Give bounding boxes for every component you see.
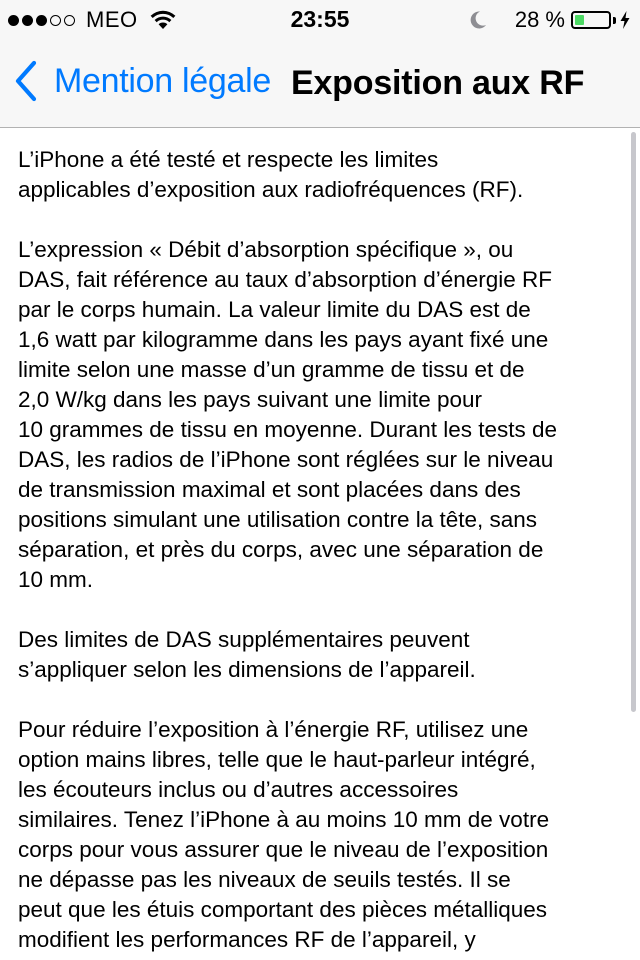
- back-button[interactable]: Mention légale: [14, 60, 271, 102]
- text-line: séparation, et près du corps, avec une s…: [18, 537, 544, 562]
- paragraph: L’expression « Débit d’absorption spécif…: [18, 235, 624, 595]
- scroll-indicator[interactable]: [631, 132, 636, 712]
- text-line: Pour réduire l’exposition à l’énergie RF…: [18, 717, 529, 742]
- charging-bolt-icon: [620, 11, 630, 29]
- back-button-label: Mention légale: [54, 61, 271, 100]
- text-line: 1,6 watt par kilogramme dans les pays ay…: [18, 327, 549, 352]
- text-line: limite selon une masse d’un gramme de ti…: [18, 357, 525, 382]
- navigation-bar: Mention légale Exposition aux RF: [0, 40, 640, 128]
- text-line: L’expression « Débit d’absorption spécif…: [18, 237, 514, 262]
- status-right: 28 %: [469, 7, 630, 33]
- text-line: modifient les performances RF de l’appar…: [18, 927, 476, 952]
- text-line: Des limites de DAS supplémentaires peuve…: [18, 627, 470, 652]
- paragraph: Pour réduire l’exposition à l’énergie RF…: [18, 715, 624, 955]
- page-title: Exposition aux RF: [291, 64, 585, 102]
- text-line: similaires. Tenez l’iPhone à au moins 10…: [18, 807, 550, 832]
- battery-level-fill: [575, 15, 584, 25]
- moon-icon: [470, 11, 486, 29]
- text-line: ne dépasse pas les niveaux de seuils tes…: [18, 867, 511, 892]
- text-line: DAS, fait référence au taux d’absorption…: [18, 267, 553, 292]
- text-line: L’iPhone a été testé et respecte les lim…: [18, 147, 439, 172]
- paragraph: L’iPhone a été testé et respecte les lim…: [18, 145, 624, 205]
- legal-text-scroll-view[interactable]: L’iPhone a été testé et respecte les lim…: [0, 128, 640, 960]
- text-line: de transmission maximal et sont placées …: [18, 477, 521, 502]
- battery-percentage: 28 %: [514, 7, 565, 32]
- text-line: 2,0 W/kg dans les pays suivant une limit…: [18, 387, 482, 412]
- text-line: peut que les étuis comportant des pièces…: [18, 897, 548, 922]
- battery-tip: [613, 16, 616, 24]
- text-line: par le corps humain. La valeur limite du…: [18, 297, 531, 322]
- chevron-left-icon: [15, 60, 37, 102]
- text-line: corps pour vous assurer que le niveau de…: [18, 837, 549, 862]
- paragraph: Des limites de DAS supplémentaires peuve…: [18, 625, 624, 685]
- screen: MEO 23:55 28 % Mention légale Exposition…: [0, 0, 640, 960]
- text-line: 10 mm.: [18, 567, 94, 592]
- text-line: option mains libres, telle que le haut-p…: [18, 747, 536, 772]
- text-line: les écouteurs inclus ou d’autres accesso…: [18, 777, 459, 802]
- text-line: 10 grammes de tissu en moyenne. Durant l…: [18, 417, 558, 442]
- legal-text-body: L’iPhone a été testé et respecte les lim…: [18, 145, 624, 960]
- status-bar: MEO 23:55 28 %: [0, 0, 640, 40]
- battery-icon: [571, 11, 611, 29]
- text-line: DAS, les radios de l’iPhone sont réglées…: [18, 447, 554, 472]
- text-line: s’appliquer selon les dimensions de l’ap…: [18, 657, 476, 682]
- text-line: positions simulant une utilisation contr…: [18, 507, 538, 532]
- text-line: applicables d’exposition aux radiofréque…: [18, 177, 524, 202]
